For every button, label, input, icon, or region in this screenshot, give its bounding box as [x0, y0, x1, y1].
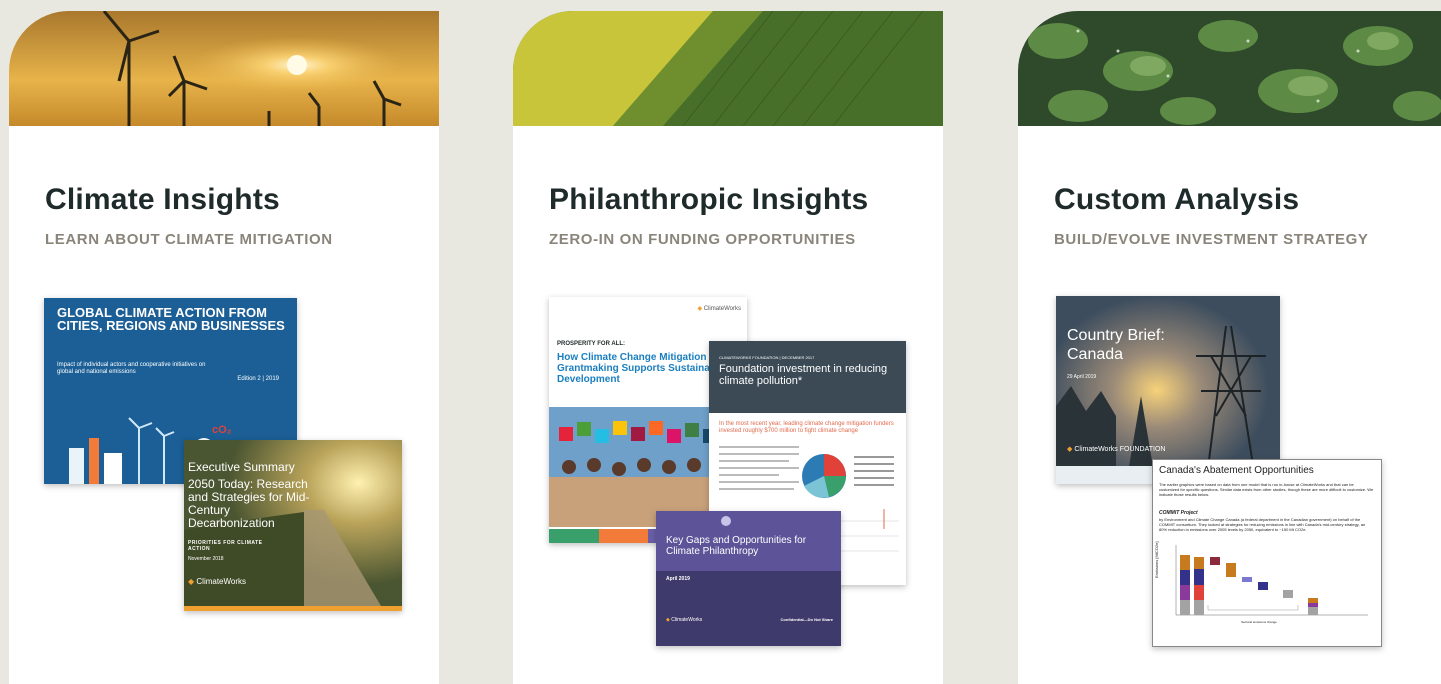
accent-bar	[184, 606, 402, 611]
report-label: Executive Summary	[188, 460, 295, 474]
report-edition: Edition 2 | 2019	[237, 376, 279, 382]
card-custom-analysis[interactable]: Custom Analysis BUILD/EVOLVE INVESTMENT …	[1018, 11, 1441, 684]
svg-text:cO₂: cO₂	[212, 424, 232, 436]
confidential-note: Confidential—Do Not Share	[780, 617, 833, 622]
card-philanthropic-insights[interactable]: Philanthropic Insights ZERO-IN ON FUNDIN…	[513, 11, 943, 684]
report-date: April 2019	[666, 576, 690, 582]
card-title: Philanthropic Insights	[549, 183, 869, 216]
hero-image-leaves	[1018, 11, 1441, 126]
chart-y-label: Emissions [MtCO2e]	[1154, 541, 1159, 578]
logo-mark-icon: ◆	[697, 306, 703, 312]
logo-mark-icon: ◆	[188, 577, 195, 586]
report-date: 29 April 2019	[1067, 374, 1097, 380]
report-title: Canada's Abatement Opportunities	[1159, 465, 1314, 476]
climateworks-logo: ◆ ClimateWorks	[697, 305, 741, 312]
logo-text: ClimateWorks	[196, 577, 247, 586]
report-kicker: CLIMATEWORKS FOUNDATION | DECEMBER 2017	[719, 355, 815, 360]
report-date: November 2018	[188, 556, 224, 562]
card-title: Custom Analysis	[1054, 183, 1300, 216]
report-header: CLIMATEWORKS FOUNDATION | DECEMBER 2017 …	[709, 341, 906, 413]
card-climate-insights[interactable]: Climate Insights LEARN ABOUT CLIMATE MIT…	[9, 11, 439, 684]
chart-legend-label: Sectoral emissions change	[1241, 620, 1277, 624]
snowy-powerline-image	[1056, 296, 1280, 484]
card-subtitle: BUILD/EVOLVE INVESTMENT STRATEGY	[1054, 231, 1369, 248]
card-title: Climate Insights	[45, 183, 280, 216]
logo-mark-icon: ◆	[1067, 446, 1073, 453]
report-title: Country Brief: Canada	[1067, 327, 1165, 363]
hero-image-fields	[513, 11, 943, 126]
logo-text: ClimateWorks	[703, 306, 741, 312]
report-title: GLOBAL CLIMATE ACTION FROM CITIES, REGIO…	[57, 305, 285, 333]
logo-mark-icon: ◆	[666, 617, 670, 623]
report-subtitle: Impact of individual actors and cooperat…	[57, 362, 206, 375]
climateworks-logo: ◆ ClimateWorks	[666, 617, 702, 623]
climateworks-logo: ◆ ClimateWorks	[188, 577, 246, 586]
report-paragraph: by Environment and Climate Change Canada…	[1159, 517, 1366, 532]
report-title: 2050 Today: Research and Strategies for …	[188, 477, 310, 530]
card-subtitle: ZERO-IN ON FUNDING OPPORTUNITIES	[549, 231, 856, 248]
waterfall-chart-graphic	[1175, 545, 1368, 616]
hero-image-wind-turbines	[9, 11, 439, 126]
report-title: Key Gaps and Opportunities for Climate P…	[666, 535, 807, 557]
report-tagline: PRIORITIES FOR CLIMATE ACTION	[188, 540, 263, 552]
report-cover-country-brief-canada[interactable]: Country Brief: Canada 29 April 2019 ◆ Cl…	[1056, 296, 1280, 484]
report-kicker: PROSPERITY FOR ALL:	[557, 341, 626, 347]
report-paragraph: The earlier graphics were based on data …	[1159, 482, 1374, 497]
card-subtitle: LEARN ABOUT CLIMATE MITIGATION	[45, 231, 333, 248]
report-cover-executive-summary[interactable]: Executive Summary 2050 Today: Research a…	[184, 440, 402, 611]
logo-text: ClimateWorks FOUNDATION	[1074, 446, 1166, 453]
report-heading: COMMIT Project	[1159, 510, 1198, 516]
report-pullquote: In the most recent year, leading climate…	[719, 421, 894, 434]
report-cover-key-gaps[interactable]: Key Gaps and Opportunities for Climate P…	[656, 511, 841, 646]
climateworks-logo: ◆ ClimateWorks FOUNDATION	[1067, 446, 1165, 454]
report-title: Foundation investment in reducing climat…	[719, 363, 888, 387]
report-page-canada-abatement[interactable]: Canada's Abatement Opportunities The ear…	[1152, 459, 1382, 647]
logo-text: ClimateWorks	[671, 617, 703, 623]
